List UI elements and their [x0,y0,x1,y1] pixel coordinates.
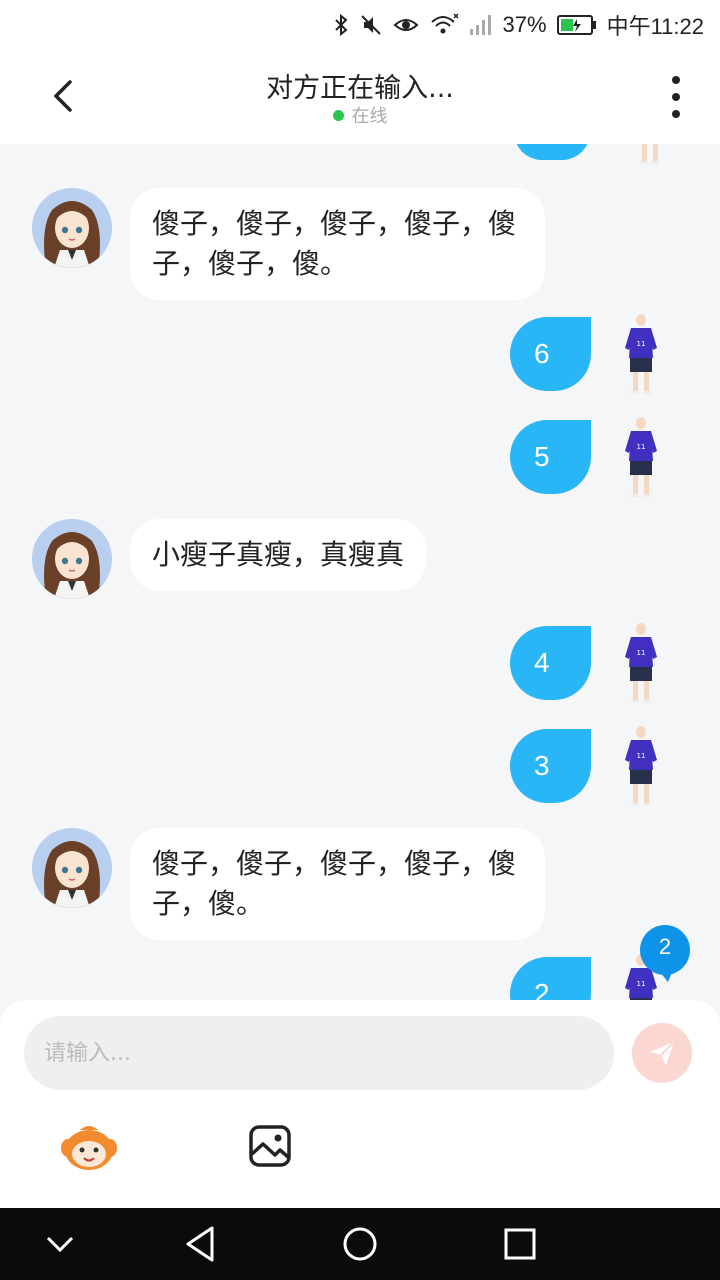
unread-count: 2 [658,934,672,959]
signal-icon [469,15,491,35]
nav-back-icon[interactable] [182,1224,218,1264]
message-bubble[interactable]: 2 [510,957,591,1000]
more-button[interactable] [664,76,688,118]
user-avatar[interactable] [621,314,661,394]
message-bubble[interactable]: 5 [510,420,591,494]
send-icon [650,1041,675,1065]
online-status-label: 在线 [351,106,388,127]
clock: 中午11:22 [606,14,704,39]
nav-home-icon[interactable] [340,1224,380,1264]
message-bubble-partial [514,144,590,160]
battery-percent: 37% [502,12,547,37]
emoji-button[interactable] [60,1122,118,1172]
composer [0,1000,720,1208]
more-vertical-icon [672,76,680,84]
contact-avatar[interactable] [32,519,112,599]
message-bubble[interactable]: 小瘦子真瘦，真瘦真 [130,519,427,591]
message-row-incoming: 傻子，傻子，傻子，傻子，傻子，傻子，傻。 [32,188,545,300]
battery-icon [556,15,596,35]
message-row-outgoing: 3 [510,726,661,806]
contact-avatar[interactable] [32,188,112,268]
message-row-outgoing: 4 [510,623,661,703]
chat-header: 对方正在输入... 在线 [0,50,720,144]
message-row-outgoing: 5 [510,417,661,497]
message-input[interactable] [24,1016,614,1090]
message-bubble[interactable]: 6 [510,317,591,391]
user-avatar[interactable] [621,417,661,497]
user-avatar[interactable] [630,144,670,164]
message-row-incoming: 小瘦子真瘦，真瘦真 [32,519,427,599]
nav-hide-icon[interactable] [44,1224,76,1264]
message-bubble[interactable]: 傻子，傻子，傻子，傻子，傻子，傻子，傻。 [130,188,545,300]
online-status: 在线 [0,102,720,128]
system-nav-bar [0,1208,720,1280]
user-avatar[interactable] [621,726,661,806]
message-bubble[interactable]: 3 [510,729,591,803]
message-row-incoming: 傻子，傻子，傻子，傻子，傻子，傻。 [32,828,545,940]
mute-icon [360,15,381,35]
message-row-outgoing: 6 [510,314,661,394]
send-button[interactable] [632,1023,692,1083]
message-bubble[interactable]: 4 [510,626,591,700]
message-bubble[interactable]: 傻子，傻子，傻子，傻子，傻子，傻。 [130,828,545,940]
chat-list[interactable]: 傻子，傻子，傻子，傻子，傻子，傻子，傻。 6 5 小瘦子真瘦，真瘦真 4 3 傻… [0,144,720,1000]
online-dot-icon [332,109,344,121]
emoji-icon [61,1126,117,1170]
chat-title: 对方正在输入... [266,73,454,104]
eye-icon [393,19,419,31]
status-bar: 37% 中午11:22 [0,0,720,50]
nav-recents-icon[interactable] [502,1224,538,1264]
status-icons: 37% 中午11:22 [333,8,704,42]
contact-avatar[interactable] [32,828,112,908]
wifi-icon [430,13,459,34]
image-button[interactable] [248,1124,292,1168]
unread-badge[interactable]: 2 [638,924,692,982]
image-icon [249,1125,291,1167]
user-avatar[interactable] [621,623,661,703]
bluetooth-icon [334,13,348,37]
